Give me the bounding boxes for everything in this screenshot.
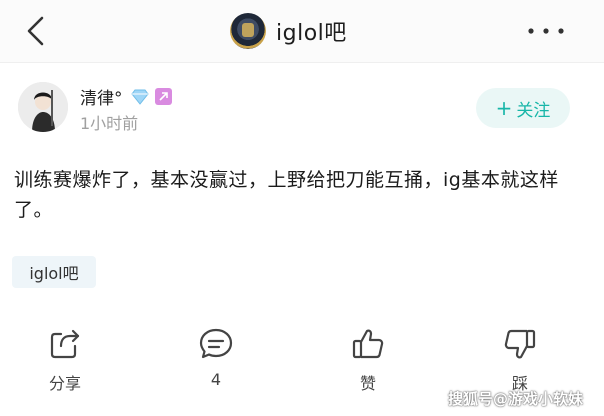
like-button[interactable]: 赞 (338, 320, 398, 400)
top-bar: iglol吧 (0, 0, 604, 63)
comment-button[interactable]: 4 (186, 320, 246, 400)
author-row: 清律° (80, 84, 172, 109)
chevron-left-icon[interactable] (20, 14, 54, 48)
follow-label: 关注 (516, 100, 551, 121)
follow-button[interactable]: + 关注 (476, 88, 570, 128)
post-time: 1小时前 (80, 114, 139, 133)
level-badge-icon (154, 88, 172, 105)
forum-avatar (230, 13, 266, 49)
diamond-icon (130, 89, 149, 105)
comment-icon (199, 328, 233, 359)
thumbs-down-icon (504, 329, 536, 359)
user-avatar-image (18, 82, 68, 132)
post-content: 训练赛爆炸了，基本没赢过，上野给把刀能互捅，ig基本就这样了。 (14, 169, 559, 221)
plus-icon: + (495, 96, 513, 120)
author-name[interactable]: 清律° (80, 84, 123, 109)
forum-title-group[interactable]: iglol吧 (230, 10, 347, 52)
more-dots-icon[interactable] (526, 26, 566, 36)
like-label: 赞 (359, 374, 376, 393)
avatar[interactable] (18, 82, 68, 132)
watermark: 搜狐号@游戏小软妹 (448, 390, 584, 408)
forum-title: iglol吧 (276, 21, 347, 46)
thumbs-up-icon (352, 329, 384, 359)
forum-tag[interactable]: iglol吧 (12, 256, 96, 288)
comment-count: 4 (210, 370, 222, 389)
share-button[interactable]: 分享 (35, 320, 95, 400)
share-label: 分享 (48, 374, 81, 393)
share-icon (50, 329, 80, 359)
